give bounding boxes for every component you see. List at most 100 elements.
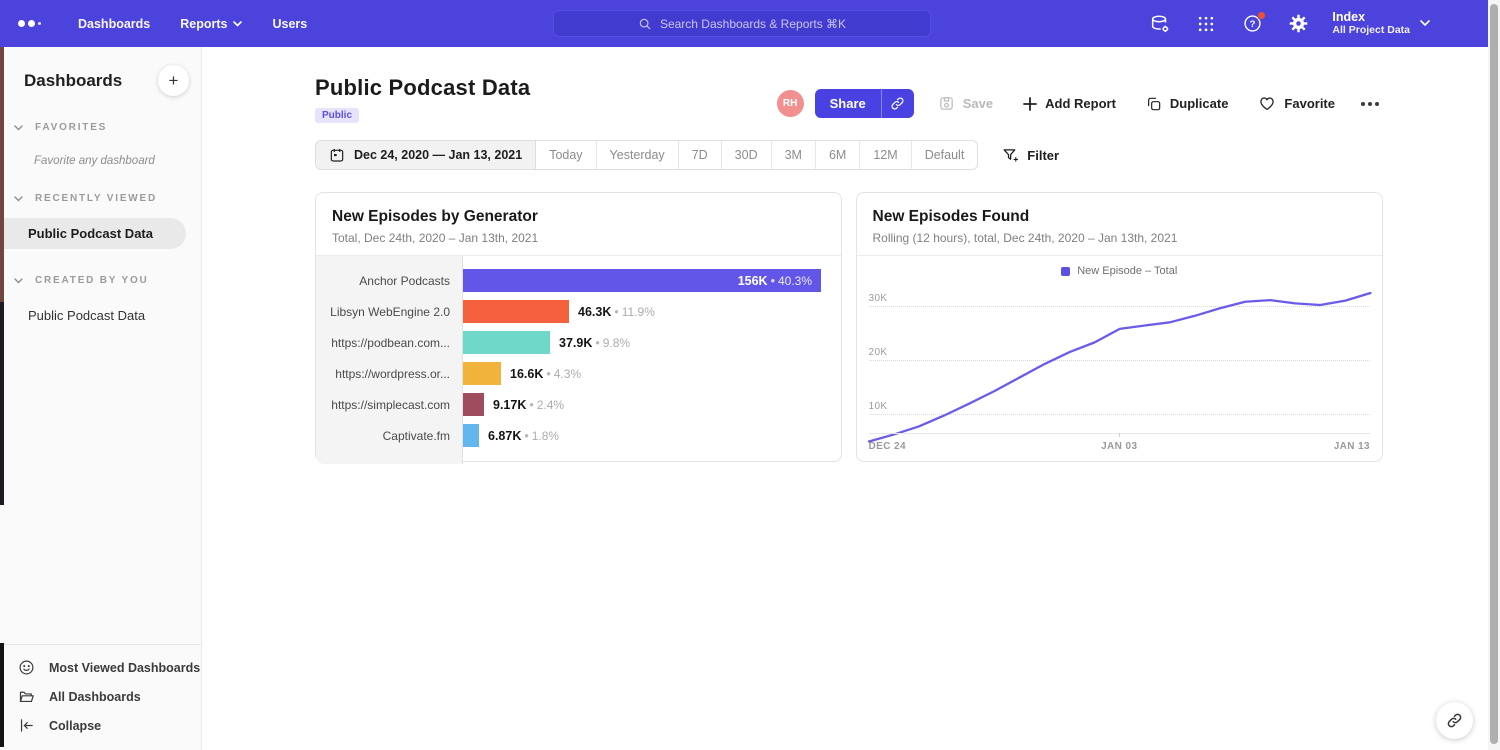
chart-legend: New Episode – Total xyxy=(857,256,1383,277)
project-subtitle: All Project Data xyxy=(1332,24,1410,37)
bar-value-label: 6.87K•1.8% xyxy=(488,429,559,443)
chevron-down-icon xyxy=(233,21,242,27)
favorite-button[interactable]: Favorite xyxy=(1258,95,1335,112)
date-range-control: Dec 24, 2020 — Jan 13, 2021 TodayYesterd… xyxy=(315,140,978,170)
search-icon xyxy=(638,17,652,31)
svg-text:?: ? xyxy=(1249,19,1255,30)
preset-button[interactable]: 7D xyxy=(679,141,722,169)
all-dashboards-button[interactable]: All Dashboards xyxy=(0,682,201,711)
filter-button[interactable]: Filter xyxy=(1002,147,1059,164)
notification-badge xyxy=(1257,11,1266,20)
bar[interactable] xyxy=(463,393,484,416)
most-viewed-dashboards-button[interactable]: Most Viewed Dashboards xyxy=(0,653,201,682)
apps-grid-icon[interactable] xyxy=(1194,12,1218,36)
duplicate-button[interactable]: Duplicate xyxy=(1146,96,1229,112)
nav-item-reports[interactable]: Reports xyxy=(180,17,242,31)
axis-tick xyxy=(1119,433,1120,437)
date-range-button[interactable]: Dec 24, 2020 — Jan 13, 2021 xyxy=(316,141,536,169)
background-window-sliver xyxy=(0,643,4,747)
preset-button[interactable]: 6M xyxy=(816,141,860,169)
project-selector[interactable]: Index All Project Data xyxy=(1332,10,1430,37)
chart-subtitle: Rolling (12 hours), total, Dec 24th, 202… xyxy=(873,231,1367,245)
heart-icon xyxy=(1258,95,1276,112)
link-icon xyxy=(890,96,905,111)
preset-button[interactable]: Default xyxy=(912,141,978,169)
nav-item-label: Dashboards xyxy=(78,17,150,31)
sidebar-item-public-podcast-data-created[interactable]: Public Podcast Data xyxy=(0,300,201,331)
main-content: Public Podcast Data Public RH Share Save… xyxy=(202,47,1500,750)
bar-row: Anchor Podcasts156K•40.3% xyxy=(316,265,841,296)
top-nav: Dashboards Reports Users Search Dashboar… xyxy=(0,0,1488,47)
app-logo[interactable] xyxy=(18,20,52,27)
bar-category-label: https://simplecast.com xyxy=(316,398,463,412)
background-window-sliver xyxy=(0,302,4,505)
bar-chart-card: New Episodes by Generator Total, Dec 24t… xyxy=(315,192,842,462)
add-report-button[interactable]: Add Report xyxy=(1023,96,1116,111)
chart-title: New Episodes by Generator xyxy=(332,208,825,226)
bar-category-label: https://wordpress.or... xyxy=(316,367,463,381)
x-axis: DEC 24 JAN 03 JAN 13 xyxy=(869,433,1371,455)
preset-button[interactable]: 12M xyxy=(860,141,911,169)
bar-row: Captivate.fm 6.87K•1.8% xyxy=(316,420,841,451)
more-menu-button[interactable] xyxy=(1357,98,1383,110)
bar-row: Libsyn WebEngine 2.046.3K•11.9% xyxy=(316,296,841,327)
calendar-icon xyxy=(329,147,345,163)
chevron-down-icon xyxy=(14,196,23,202)
preset-button[interactable]: Yesterday xyxy=(597,141,679,169)
search-placeholder: Search Dashboards & Reports ⌘K xyxy=(660,17,846,31)
scrollbar-thumb[interactable] xyxy=(1490,4,1498,744)
preset-button[interactable]: 30D xyxy=(722,141,772,169)
sidebar: Dashboards + FAVORITES Favorite any dash… xyxy=(0,47,202,750)
bar-value-label: 156K•40.3% xyxy=(738,269,812,292)
legend-swatch xyxy=(1061,267,1070,276)
help-icon[interactable]: ? xyxy=(1240,12,1264,36)
bar[interactable] xyxy=(463,331,550,354)
smiley-icon xyxy=(18,659,35,676)
bar-value-label: 37.9K•9.8% xyxy=(559,336,630,350)
bar[interactable]: 156K•40.3% xyxy=(463,269,821,292)
sidebar-item-public-podcast-data[interactable]: Public Podcast Data xyxy=(0,218,186,249)
sidebar-section-favorites[interactable]: FAVORITES xyxy=(14,122,201,133)
bar-value-label: 16.6K•4.3% xyxy=(510,367,581,381)
scrollbar-track[interactable] xyxy=(1488,0,1500,750)
bar-category-label: Captivate.fm xyxy=(316,429,463,443)
nav-item-label: Users xyxy=(272,17,307,31)
nav-item-dashboards[interactable]: Dashboards xyxy=(78,17,150,31)
share-link-button[interactable] xyxy=(881,89,914,118)
save-button[interactable]: Save xyxy=(938,95,993,112)
share-link-fab[interactable] xyxy=(1436,702,1473,739)
chart-subtitle: Total, Dec 24th, 2020 – Jan 13th, 2021 xyxy=(332,231,825,245)
line-plot[interactable]: 10K20K30K xyxy=(869,283,1371,433)
collapse-icon xyxy=(18,717,35,734)
sidebar-section-created-by-you[interactable]: CREATED BY YOU xyxy=(14,275,201,286)
chevron-down-icon xyxy=(14,278,23,284)
x-tick-label: JAN 13 xyxy=(1334,441,1370,452)
bar[interactable] xyxy=(463,362,501,385)
bar-row: https://podbean.com...37.9K•9.8% xyxy=(316,327,841,358)
public-badge: Public xyxy=(315,108,359,123)
add-dashboard-button[interactable]: + xyxy=(158,65,189,96)
x-tick-label: DEC 24 xyxy=(869,441,906,452)
collapse-sidebar-button[interactable]: Collapse xyxy=(0,711,201,740)
line-chart-card: New Episodes Found Rolling (12 hours), t… xyxy=(856,192,1384,462)
search-input[interactable]: Search Dashboards & Reports ⌘K xyxy=(553,10,931,37)
x-tick-label: JAN 03 xyxy=(1101,441,1137,452)
folder-icon xyxy=(18,688,35,705)
bar[interactable] xyxy=(463,424,479,447)
avatar[interactable]: RH xyxy=(777,90,804,117)
nav-item-users[interactable]: Users xyxy=(272,17,307,31)
gear-icon[interactable] xyxy=(1286,12,1310,36)
project-name: Index xyxy=(1332,10,1410,24)
sidebar-title: Dashboards xyxy=(24,71,122,91)
background-window-sliver xyxy=(0,47,4,302)
preset-button[interactable]: 3M xyxy=(772,141,816,169)
bar-value-label: 46.3K•11.9% xyxy=(578,305,655,319)
sidebar-section-recently-viewed[interactable]: RECENTLY VIEWED xyxy=(14,193,201,204)
data-sources-icon[interactable] xyxy=(1148,12,1172,36)
share-button[interactable]: Share xyxy=(815,89,914,118)
save-icon xyxy=(938,95,955,112)
chevron-down-icon xyxy=(14,125,23,131)
preset-button[interactable]: Today xyxy=(536,141,596,169)
nav-item-label: Reports xyxy=(180,17,227,31)
bar[interactable] xyxy=(463,300,569,323)
